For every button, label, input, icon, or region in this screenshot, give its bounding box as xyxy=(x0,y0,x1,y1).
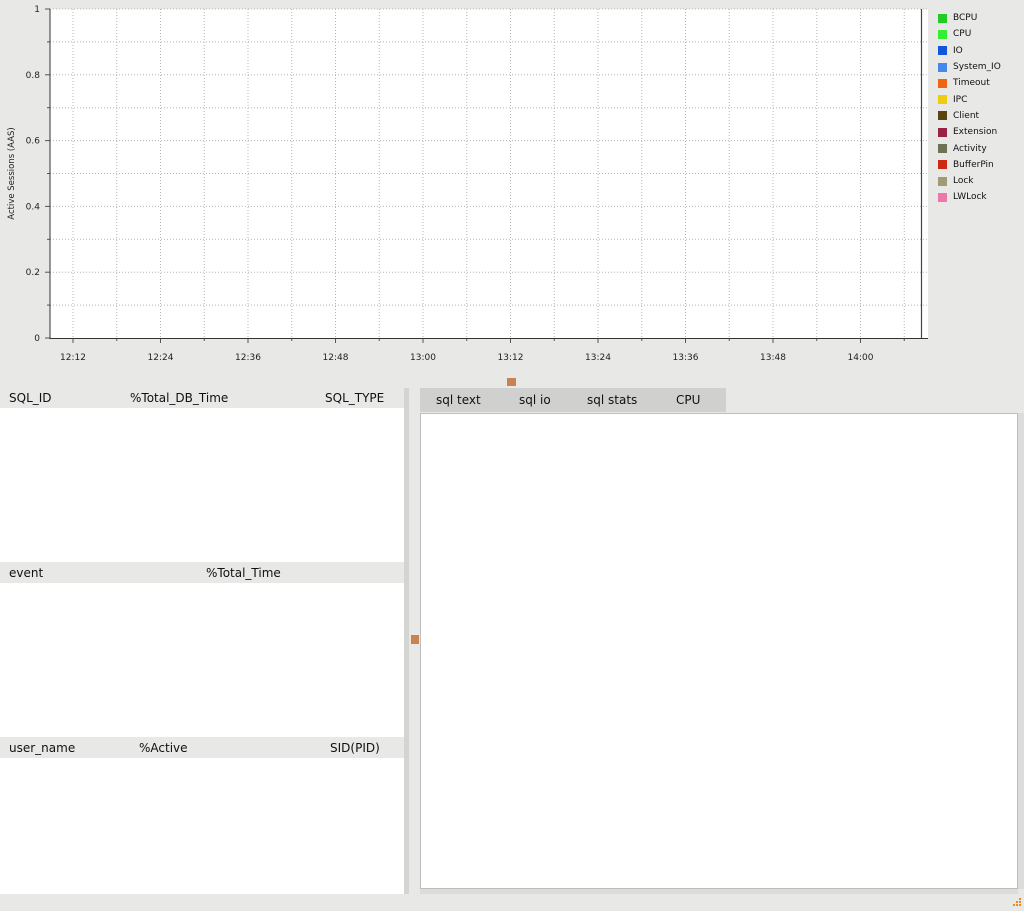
x-tick-label: 12:24 xyxy=(148,353,174,363)
x-tick-label: 12:12 xyxy=(60,353,86,363)
column-header-sql-type[interactable]: SQL_TYPE xyxy=(325,391,384,405)
column-header-active[interactable]: %Active xyxy=(139,741,188,755)
legend-label: IO xyxy=(953,45,963,56)
x-tick-label: 13:24 xyxy=(585,353,611,363)
y-tick-label: 1 xyxy=(34,5,40,15)
legend-item: Activity xyxy=(938,140,1001,156)
legend-swatch xyxy=(938,13,947,23)
x-tick-label: 14:00 xyxy=(848,353,874,363)
legend-swatch xyxy=(938,192,947,202)
column-header-sid-pid[interactable]: SID(PID) xyxy=(330,741,380,755)
legend-item: Extension xyxy=(938,124,1001,140)
y-axis-label: Active Sessions (AAS) xyxy=(7,127,17,219)
legend-swatch xyxy=(938,46,947,56)
legend-swatch xyxy=(938,78,947,88)
resize-grip-icon[interactable] xyxy=(1011,898,1021,908)
x-tick-label: 13:48 xyxy=(760,353,786,363)
detail-tabbar: sql text sql io sql stats CPU xyxy=(420,388,726,412)
top-events-table: event %Total_Time xyxy=(0,563,404,737)
legend-swatch xyxy=(938,111,947,121)
tab-sql-stats[interactable]: sql stats xyxy=(587,393,637,407)
legend-swatch xyxy=(938,160,947,170)
legend-item: CPU xyxy=(938,26,1001,42)
legend-label: Client xyxy=(953,110,980,121)
y-tick-label: 0.2 xyxy=(26,268,40,278)
vertical-splitter-handle[interactable] xyxy=(411,635,419,644)
vertical-splitter[interactable] xyxy=(404,388,409,894)
tab-cpu[interactable]: CPU xyxy=(676,393,700,407)
horizontal-splitter-handle[interactable] xyxy=(507,378,516,386)
x-tick-label: 12:36 xyxy=(235,353,261,363)
table-header: SQL_ID %Total_DB_Time SQL_TYPE xyxy=(0,388,404,408)
legend-swatch xyxy=(938,95,947,105)
column-header-event[interactable]: event xyxy=(9,566,43,580)
legend-swatch xyxy=(938,62,947,72)
legend-item: BCPU xyxy=(938,10,1001,26)
legend-swatch xyxy=(938,127,947,137)
x-tick-label: 13:36 xyxy=(673,353,699,363)
vertical-scrollbar[interactable] xyxy=(1018,413,1024,889)
tab-sql-io[interactable]: sql io xyxy=(519,393,551,407)
legend-item: LWLock xyxy=(938,189,1001,205)
legend-label: System_IO xyxy=(953,62,1001,73)
y-tick-label: 0.8 xyxy=(26,71,41,81)
y-tick-label: 0.4 xyxy=(26,202,41,212)
legend-item: IO xyxy=(938,43,1001,59)
column-header-total-db-time[interactable]: %Total_DB_Time xyxy=(130,391,228,405)
x-tick-label: 12:48 xyxy=(323,353,349,363)
top-sessions-table: user_name %Active SID(PID) xyxy=(0,738,404,894)
chart-legend: BCPU CPU IO System_IO Timeout IPC Client Extens… xyxy=(938,10,1001,206)
top-sql-table: SQL_ID %Total_DB_Time SQL_TYPE xyxy=(0,388,404,562)
column-header-total-time[interactable]: %Total_Time xyxy=(206,566,281,580)
legend-swatch xyxy=(938,29,947,39)
legend-item: Timeout xyxy=(938,75,1001,91)
legend-item: BufferPin xyxy=(938,157,1001,173)
legend-item: Lock xyxy=(938,173,1001,189)
y-tick-label: 0 xyxy=(34,334,40,344)
legend-swatch xyxy=(938,144,947,154)
legend-item: Client xyxy=(938,108,1001,124)
legend-label: Activity xyxy=(953,143,987,154)
legend-label: Timeout xyxy=(953,78,990,89)
legend-label: CPU xyxy=(953,29,972,40)
legend-label: Lock xyxy=(953,176,974,187)
y-tick-label: 0.6 xyxy=(26,137,41,147)
legend-label: LWLock xyxy=(953,192,987,203)
ash-chart: 0 0.2 0.4 0.6 0.8 1 12:12 12:24 12:36 12:48 13:00 1… xyxy=(0,0,1024,372)
legend-item: System_IO xyxy=(938,59,1001,75)
legend-label: BufferPin xyxy=(953,159,994,170)
chart-svg: 0 0.2 0.4 0.6 0.8 1 12:12 12:24 12:36 12:48 13:00 1… xyxy=(7,5,928,363)
horizontal-scrollbar[interactable] xyxy=(420,889,1018,894)
detail-content-panel[interactable] xyxy=(420,413,1018,889)
legend-item: IPC xyxy=(938,91,1001,107)
column-header-sql-id[interactable]: SQL_ID xyxy=(9,391,52,405)
table-header: event %Total_Time xyxy=(0,563,404,583)
legend-swatch xyxy=(938,176,947,186)
legend-label: Extension xyxy=(953,127,998,138)
x-tick-label: 13:12 xyxy=(498,353,524,363)
legend-label: BCPU xyxy=(953,13,978,24)
legend-label: IPC xyxy=(953,94,968,105)
x-tick-label: 13:00 xyxy=(410,353,436,363)
tab-sql-text[interactable]: sql text xyxy=(436,393,481,407)
column-header-user-name[interactable]: user_name xyxy=(9,741,75,755)
table-header: user_name %Active SID(PID) xyxy=(0,738,404,758)
